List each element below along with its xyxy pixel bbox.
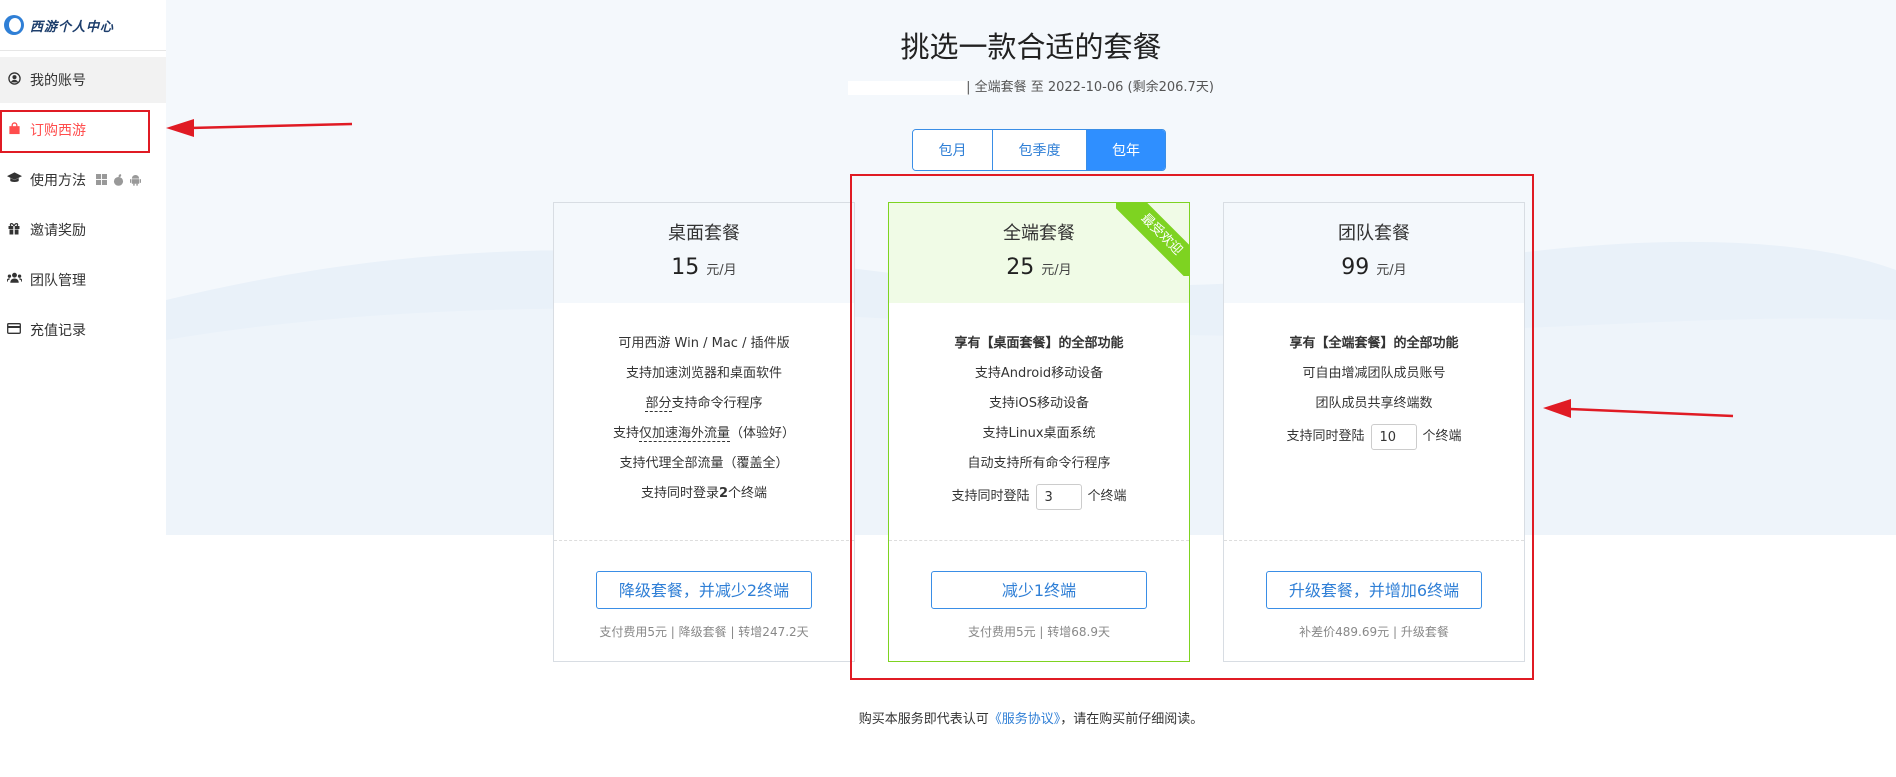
- agreement-text: 购买本服务即代表认可: [858, 712, 989, 727]
- tab-monthly[interactable]: 包月: [913, 130, 993, 170]
- feature-text: （体验好）: [730, 426, 796, 441]
- sidebar-item-label: 我的账号: [30, 73, 86, 89]
- feature-item: 可用西游 Win / Mac / 插件版: [618, 336, 790, 351]
- sidebar-item-invite[interactable]: 邀请奖励: [0, 207, 166, 253]
- feature-item: 支持加速浏览器和桌面软件: [625, 366, 782, 381]
- plan-header: 桌面套餐 15 元/月: [554, 203, 854, 303]
- tab-yearly[interactable]: 包年: [1087, 130, 1165, 170]
- feature-text: 支持: [612, 426, 639, 441]
- feature-tooltip-term[interactable]: 仅加速海外流量: [638, 426, 730, 442]
- feature-tooltip-term[interactable]: 部分: [645, 396, 672, 412]
- plan-footer: 降级套餐，并减少2终端 支付费用5元 | 降级套餐 | 转增247.2天: [554, 540, 854, 661]
- sidebar-item-my-account[interactable]: 我的账号: [0, 57, 166, 103]
- credit-card-icon: [6, 322, 22, 338]
- feature-text: 支持命令行程序: [671, 396, 763, 411]
- billing-period-tabs: 包月 包季度 包年: [912, 129, 1166, 171]
- plan-name: 桌面套餐: [668, 223, 740, 244]
- agreement-text: ，请在购买前仔细阅读。: [1060, 712, 1204, 727]
- sidebar-item-label: 团队管理: [30, 273, 86, 289]
- annotation-box-plans: [850, 174, 1534, 680]
- gift-icon: [6, 222, 22, 239]
- plan-card-desktop: 桌面套餐 15 元/月 可用西游 Win / Mac / 插件版 支持加速浏览器…: [553, 202, 855, 662]
- plan-payment-note: 支付费用5元 | 降级套餐 | 转增247.2天: [599, 625, 809, 639]
- service-agreement-link[interactable]: 《服务协议》: [989, 712, 1061, 727]
- logo-text: 西游个人中心: [30, 19, 115, 35]
- logo[interactable]: 西游个人中心: [0, 0, 166, 51]
- sidebar: 西游个人中心 我的账号 订购西游 使用方法 邀请奖励 团队管理 充值记录: [0, 0, 166, 777]
- plan-price-unit: 元/月: [706, 263, 737, 278]
- graduation-cap-icon: [6, 172, 22, 188]
- feature-item: 支持同时登录2个终端: [554, 479, 854, 509]
- main-content: 挑选一款合适的套餐 | 全端套餐 至 2022-10-06 (剩余206.7天)…: [166, 0, 1896, 777]
- plan-price: 15 元/月: [554, 255, 854, 280]
- plan-features: 可用西游 Win / Mac / 插件版 支持加速浏览器和桌面软件 部分支持命令…: [554, 303, 854, 509]
- sidebar-item-label: 充值记录: [30, 323, 86, 339]
- subscription-status: | 全端套餐 至 2022-10-06 (剩余206.7天): [166, 76, 1896, 95]
- annotation-box-sidebar: [0, 110, 150, 153]
- subscription-status-text: | 全端套餐 至 2022-10-06 (剩余206.7天): [966, 80, 1214, 95]
- page-title: 挑选一款合适的套餐: [900, 30, 1162, 64]
- downgrade-button[interactable]: 降级套餐，并减少2终端: [596, 571, 812, 609]
- feature-text: 个终端: [728, 486, 768, 501]
- android-icon: [130, 174, 141, 186]
- terminal-count: 2: [718, 486, 729, 501]
- feature-item: 支持代理全部流量（覆盖全）: [619, 456, 789, 471]
- users-icon: [5, 272, 23, 288]
- plan-price-value: 15: [671, 255, 700, 280]
- apple-icon: [113, 174, 124, 186]
- platform-icons: [96, 174, 141, 186]
- feature-item: 支持仅加速海外流量（体验好）: [554, 419, 854, 449]
- sidebar-item-label: 使用方法: [30, 173, 86, 189]
- agreement-notice: 购买本服务即代表认可《服务协议》，请在购买前仔细阅读。: [166, 708, 1896, 727]
- feature-text: 支持同时登录: [640, 486, 719, 501]
- sidebar-item-team[interactable]: 团队管理: [0, 257, 166, 303]
- redacted-account: [848, 80, 969, 95]
- sidebar-item-label: 邀请奖励: [30, 223, 86, 239]
- user-circle-icon: [6, 71, 22, 89]
- logo-icon: [4, 15, 24, 35]
- sidebar-item-usage[interactable]: 使用方法: [0, 157, 166, 203]
- windows-icon: [96, 174, 107, 185]
- tab-quarterly[interactable]: 包季度: [993, 130, 1087, 170]
- feature-item: 部分支持命令行程序: [554, 389, 854, 419]
- sidebar-item-recharge[interactable]: 充值记录: [0, 307, 166, 353]
